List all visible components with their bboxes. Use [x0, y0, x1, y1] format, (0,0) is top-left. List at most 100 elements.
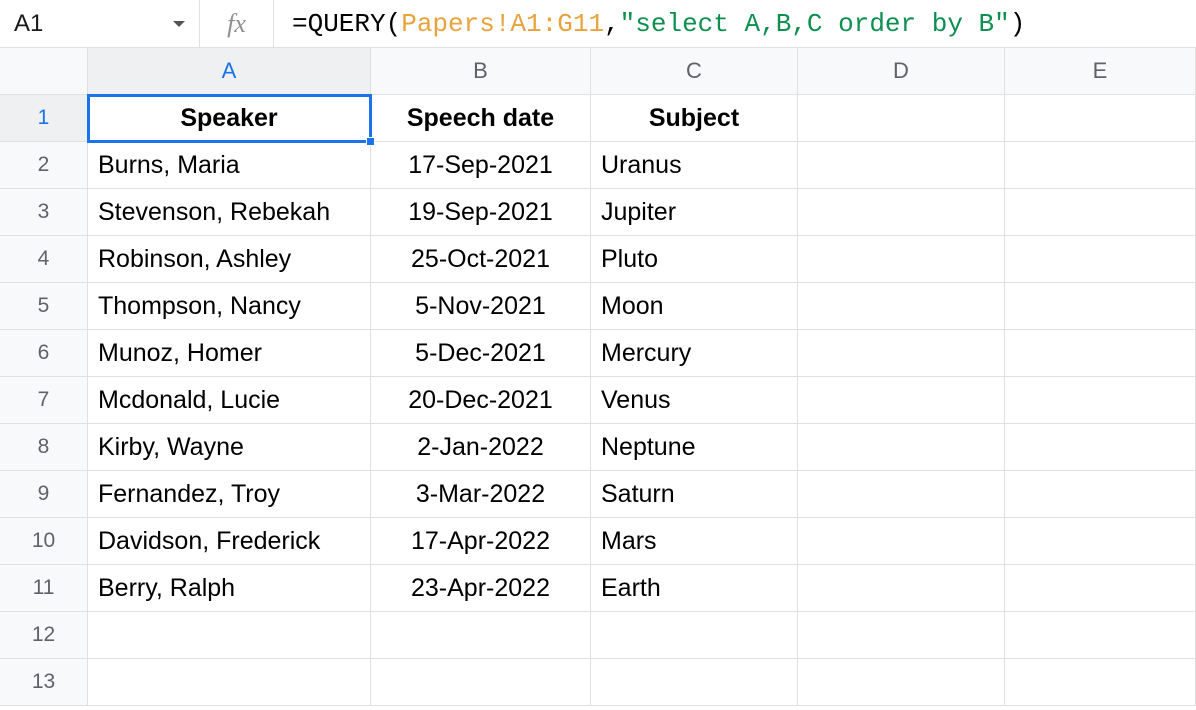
cell-D3[interactable]: [798, 189, 1005, 236]
row-header[interactable]: 3: [0, 189, 88, 236]
cell-E4[interactable]: [1005, 236, 1196, 283]
cell-C9[interactable]: Saturn: [591, 471, 798, 518]
cell-E7[interactable]: [1005, 377, 1196, 424]
cell-D12[interactable]: [798, 612, 1005, 659]
cell-B4[interactable]: 25-Oct-2021: [371, 236, 591, 283]
cell-C12[interactable]: [591, 612, 798, 659]
grid-row: 3Stevenson, Rebekah19-Sep-2021Jupiter: [0, 189, 1196, 236]
row-header[interactable]: 10: [0, 518, 88, 565]
cell-B12[interactable]: [371, 612, 591, 659]
fx-icon[interactable]: fx: [200, 0, 274, 47]
name-box-value: A1: [14, 10, 43, 38]
cell-B5[interactable]: 5-Nov-2021: [371, 283, 591, 330]
cell-B6[interactable]: 5-Dec-2021: [371, 330, 591, 377]
cell-A9[interactable]: Fernandez, Troy: [88, 471, 371, 518]
cell-D11[interactable]: [798, 565, 1005, 612]
cell-C2[interactable]: Uranus: [591, 142, 798, 189]
cell-D13[interactable]: [798, 659, 1005, 706]
column-header-D[interactable]: D: [798, 48, 1005, 95]
cell-E12[interactable]: [1005, 612, 1196, 659]
grid-row: 6Munoz, Homer5-Dec-2021Mercury: [0, 330, 1196, 377]
cell-B8[interactable]: 2-Jan-2022: [371, 424, 591, 471]
column-header-A[interactable]: A: [88, 48, 371, 95]
name-box[interactable]: A1: [0, 0, 200, 47]
grid-row: 5Thompson, Nancy5-Nov-2021Moon: [0, 283, 1196, 330]
grid-row: 2Burns, Maria17-Sep-2021Uranus: [0, 142, 1196, 189]
cell-A2[interactable]: Burns, Maria: [88, 142, 371, 189]
cell-E2[interactable]: [1005, 142, 1196, 189]
cell-B2[interactable]: 17-Sep-2021: [371, 142, 591, 189]
cell-C7[interactable]: Venus: [591, 377, 798, 424]
formula-token: ,: [604, 9, 620, 39]
row-header[interactable]: 6: [0, 330, 88, 377]
selection-handle[interactable]: [366, 137, 375, 146]
cell-B13[interactable]: [371, 659, 591, 706]
row-header[interactable]: 11: [0, 565, 88, 612]
cell-D4[interactable]: [798, 236, 1005, 283]
row-header[interactable]: 2: [0, 142, 88, 189]
cell-D10[interactable]: [798, 518, 1005, 565]
cell-E10[interactable]: [1005, 518, 1196, 565]
cell-C13[interactable]: [591, 659, 798, 706]
cell-B1[interactable]: Speech date: [371, 95, 591, 142]
row-header[interactable]: 7: [0, 377, 88, 424]
cell-A1[interactable]: Speaker: [88, 95, 371, 142]
grid-row: 8Kirby, Wayne2-Jan-2022Neptune: [0, 424, 1196, 471]
cell-D1[interactable]: [798, 95, 1005, 142]
row-header[interactable]: 12: [0, 612, 88, 659]
cell-D7[interactable]: [798, 377, 1005, 424]
cell-A5[interactable]: Thompson, Nancy: [88, 283, 371, 330]
cell-D6[interactable]: [798, 330, 1005, 377]
formula-token: Papers!A1:G11: [401, 9, 604, 39]
cell-B11[interactable]: 23-Apr-2022: [371, 565, 591, 612]
cell-B10[interactable]: 17-Apr-2022: [371, 518, 591, 565]
row-header[interactable]: 9: [0, 471, 88, 518]
cell-A3[interactable]: Stevenson, Rebekah: [88, 189, 371, 236]
cell-B9[interactable]: 3-Mar-2022: [371, 471, 591, 518]
row-header[interactable]: 8: [0, 424, 88, 471]
cell-A4[interactable]: Robinson, Ashley: [88, 236, 371, 283]
cell-A7[interactable]: Mcdonald, Lucie: [88, 377, 371, 424]
row-header[interactable]: 4: [0, 236, 88, 283]
cell-C6[interactable]: Mercury: [591, 330, 798, 377]
cell-E9[interactable]: [1005, 471, 1196, 518]
cell-A6[interactable]: Munoz, Homer: [88, 330, 371, 377]
row-header[interactable]: 1: [0, 95, 88, 142]
cell-E6[interactable]: [1005, 330, 1196, 377]
formula-input[interactable]: =QUERY(Papers!A1:G11,"select A,B,C order…: [274, 0, 1196, 47]
cell-A10[interactable]: Davidson, Frederick: [88, 518, 371, 565]
cell-E8[interactable]: [1005, 424, 1196, 471]
cell-D8[interactable]: [798, 424, 1005, 471]
column-header-B[interactable]: B: [371, 48, 591, 95]
column-header-C[interactable]: C: [591, 48, 798, 95]
cell-A12[interactable]: [88, 612, 371, 659]
cell-A11[interactable]: Berry, Ralph: [88, 565, 371, 612]
select-all-corner[interactable]: [0, 48, 88, 95]
cell-D2[interactable]: [798, 142, 1005, 189]
chevron-down-icon[interactable]: [173, 21, 185, 27]
cell-E5[interactable]: [1005, 283, 1196, 330]
cell-C1[interactable]: Subject: [591, 95, 798, 142]
cell-C3[interactable]: Jupiter: [591, 189, 798, 236]
cell-E11[interactable]: [1005, 565, 1196, 612]
column-header-E[interactable]: E: [1005, 48, 1196, 95]
cell-C8[interactable]: Neptune: [591, 424, 798, 471]
cell-C4[interactable]: Pluto: [591, 236, 798, 283]
cell-C11[interactable]: Earth: [591, 565, 798, 612]
cell-C5[interactable]: Moon: [591, 283, 798, 330]
row-header[interactable]: 5: [0, 283, 88, 330]
cell-A13[interactable]: [88, 659, 371, 706]
cell-D5[interactable]: [798, 283, 1005, 330]
row-header[interactable]: 13: [0, 659, 88, 706]
formula-token: "select A,B,C order by B": [620, 9, 1010, 39]
cell-A8[interactable]: Kirby, Wayne: [88, 424, 371, 471]
cell-E3[interactable]: [1005, 189, 1196, 236]
cell-B7[interactable]: 20-Dec-2021: [371, 377, 591, 424]
formula-token: ): [1010, 9, 1026, 39]
cell-C10[interactable]: Mars: [591, 518, 798, 565]
cell-E13[interactable]: [1005, 659, 1196, 706]
cell-E1[interactable]: [1005, 95, 1196, 142]
cell-B3[interactable]: 19-Sep-2021: [371, 189, 591, 236]
cell-D9[interactable]: [798, 471, 1005, 518]
grid-row: 9Fernandez, Troy3-Mar-2022Saturn: [0, 471, 1196, 518]
